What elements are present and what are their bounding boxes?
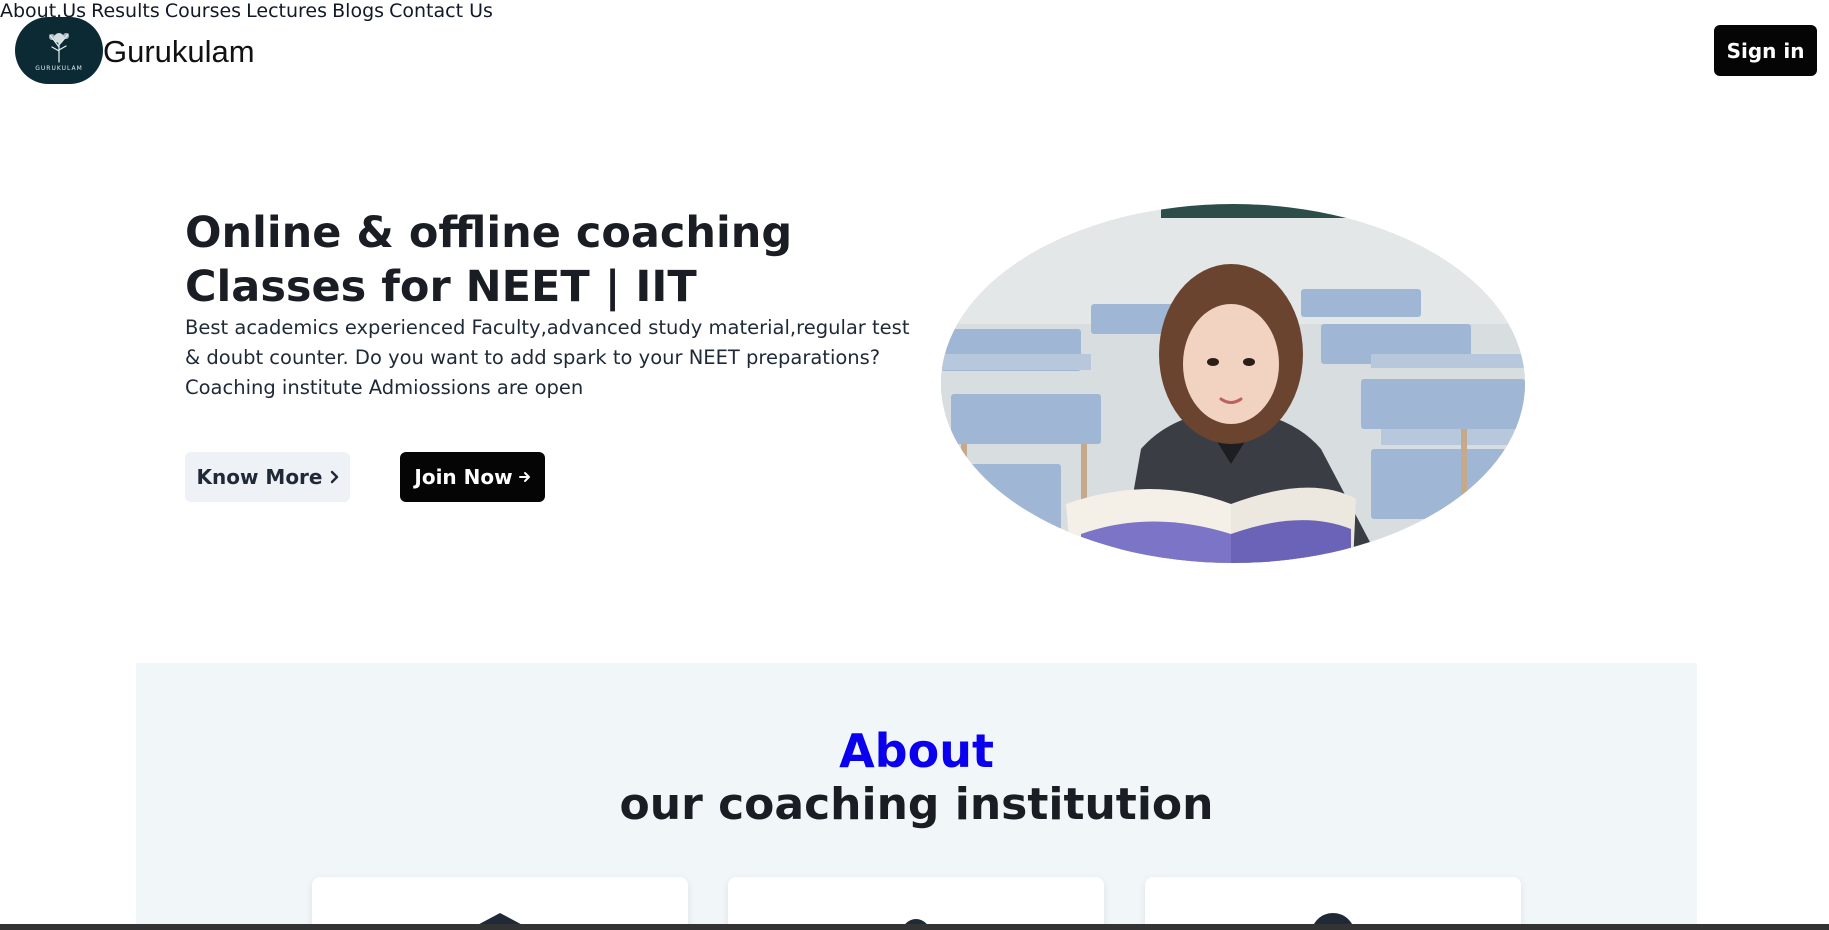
hero-title-line-2: Classes for NEET | IIT bbox=[185, 262, 697, 312]
arrow-right-icon bbox=[518, 472, 530, 482]
about-kicker: About bbox=[839, 724, 994, 778]
hero-description: Best academics experienced Faculty,advan… bbox=[185, 316, 910, 399]
chevron-right-icon bbox=[330, 470, 338, 484]
main-menu: About.Us Results Courses Lectures Blogs … bbox=[0, 0, 1829, 22]
hero-title-line-1: Online & offline coaching bbox=[185, 208, 793, 258]
top-navbar: GURUKULAM Gurukulam About.Us Results Cou… bbox=[0, 0, 1829, 104]
horizontal-scrollbar[interactable] bbox=[0, 924, 1829, 930]
about-section: About our coaching institution bbox=[136, 663, 1697, 930]
brand-name[interactable]: Gurukulam bbox=[103, 34, 255, 70]
join-now-button[interactable]: Join Now bbox=[400, 452, 545, 502]
about-card bbox=[312, 877, 688, 930]
know-more-button[interactable]: Know More bbox=[185, 452, 350, 502]
tree-icon bbox=[49, 33, 69, 63]
logo[interactable]: GURUKULAM bbox=[15, 17, 103, 84]
about-heading: our coaching institution bbox=[619, 779, 1214, 830]
hero-student-image bbox=[941, 204, 1525, 563]
logo-text: GURUKULAM bbox=[35, 65, 83, 72]
know-more-label: Know More bbox=[196, 465, 323, 489]
join-now-label: Join Now bbox=[414, 465, 513, 489]
hero-title: Online & offline coaching Classes for NE… bbox=[185, 206, 792, 314]
about-card bbox=[1145, 877, 1521, 930]
nav-blogs[interactable]: Blogs bbox=[332, 0, 384, 22]
nav-contact-us[interactable]: Contact Us bbox=[389, 0, 493, 22]
nav-lectures[interactable]: Lectures bbox=[246, 0, 327, 22]
sign-in-button[interactable]: Sign in bbox=[1714, 25, 1817, 76]
about-card bbox=[728, 877, 1104, 930]
nav-results[interactable]: Results bbox=[91, 0, 160, 22]
nav-courses[interactable]: Courses bbox=[165, 0, 241, 22]
